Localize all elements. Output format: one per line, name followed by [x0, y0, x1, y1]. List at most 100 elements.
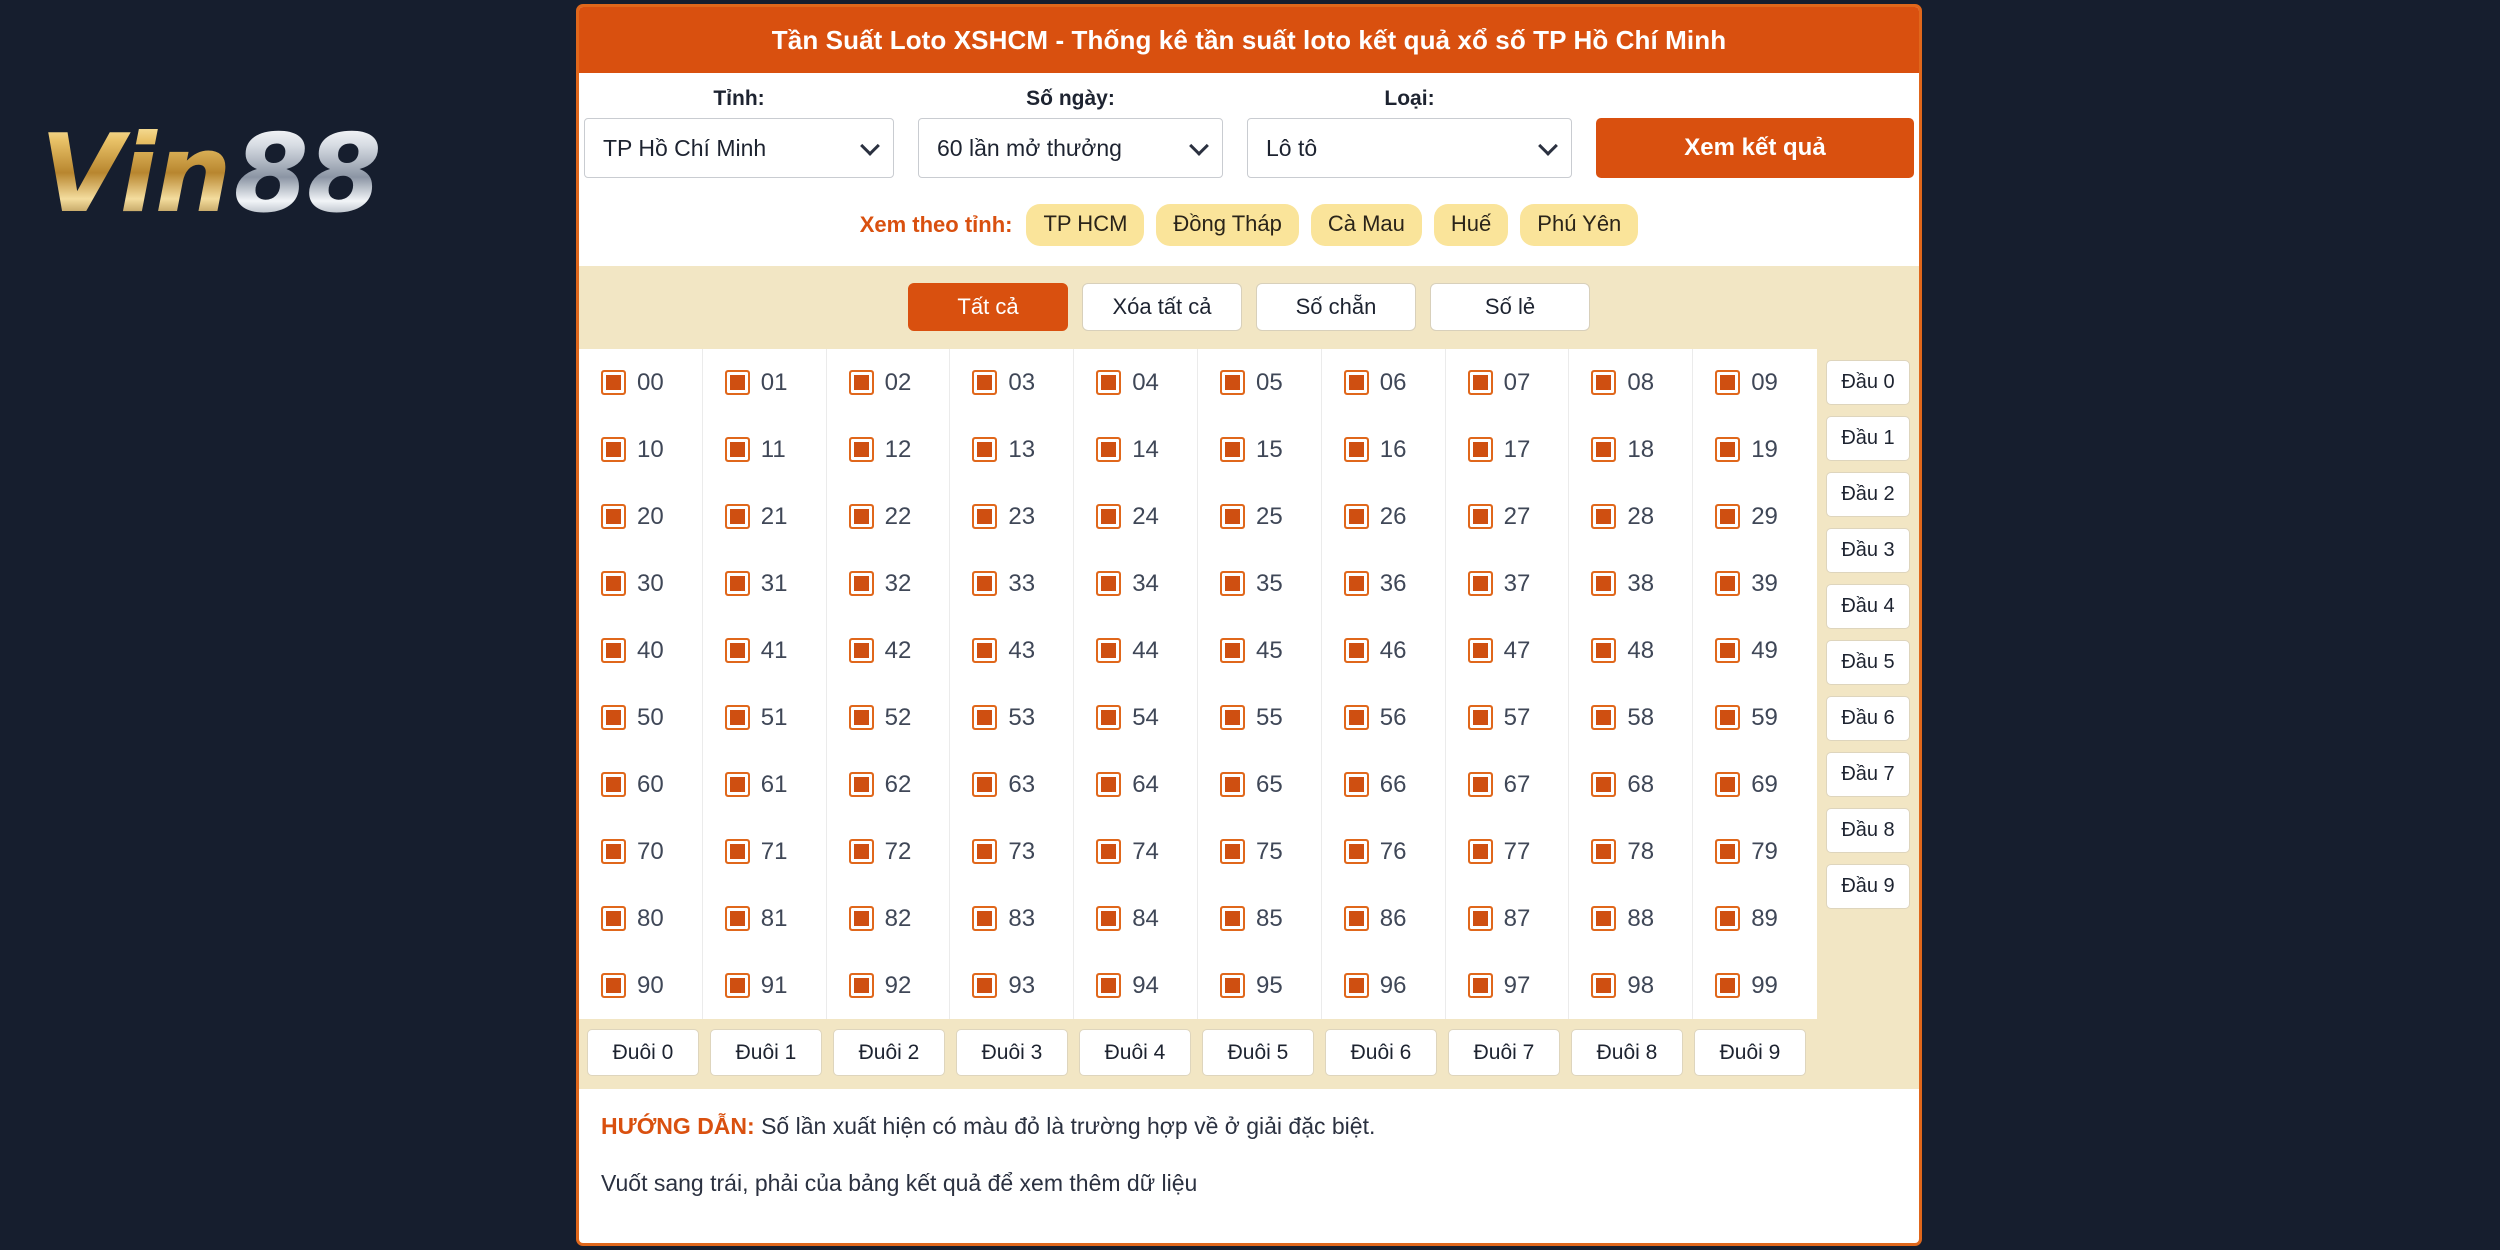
checkbox-checked-icon[interactable]: [1467, 973, 1493, 998]
number-cell[interactable]: 00: [579, 349, 703, 416]
province-tag-tp-hcm[interactable]: TP HCM: [1026, 204, 1145, 246]
number-cell[interactable]: 39: [1693, 550, 1817, 617]
number-cell[interactable]: 38: [1569, 550, 1694, 617]
view-result-button[interactable]: Xem kết quả: [1596, 118, 1914, 178]
number-cell[interactable]: 07: [1446, 349, 1570, 416]
number-cell[interactable]: 11: [703, 416, 827, 483]
number-cell[interactable]: 02: [827, 349, 951, 416]
number-cell[interactable]: 85: [1198, 885, 1322, 952]
number-cell[interactable]: 69: [1693, 751, 1817, 818]
checkbox-checked-icon[interactable]: [1096, 638, 1122, 663]
number-cell[interactable]: 87: [1446, 885, 1570, 952]
number-cell[interactable]: 58: [1569, 684, 1694, 751]
checkbox-checked-icon[interactable]: [848, 839, 874, 864]
checkbox-checked-icon[interactable]: [972, 571, 998, 596]
number-cell[interactable]: 54: [1074, 684, 1198, 751]
number-cell[interactable]: 41: [703, 617, 827, 684]
province-tag-hue[interactable]: Huế: [1433, 204, 1509, 246]
number-cell[interactable]: 74: [1074, 818, 1198, 885]
dau-button-9[interactable]: Đầu 9: [1826, 864, 1910, 909]
checkbox-checked-icon[interactable]: [601, 906, 626, 931]
number-cell[interactable]: 26: [1322, 483, 1446, 550]
checkbox-checked-icon[interactable]: [1467, 839, 1493, 864]
checkbox-checked-icon[interactable]: [1467, 638, 1493, 663]
number-cell[interactable]: 56: [1322, 684, 1446, 751]
checkbox-checked-icon[interactable]: [1220, 437, 1245, 462]
checkbox-checked-icon[interactable]: [1343, 973, 1369, 998]
number-cell[interactable]: 63: [950, 751, 1075, 818]
duoi-button-3[interactable]: Đuôi 3: [956, 1029, 1068, 1076]
checkbox-checked-icon[interactable]: [1591, 906, 1617, 931]
checkbox-checked-icon[interactable]: [1220, 638, 1245, 663]
dau-button-2[interactable]: Đầu 2: [1826, 472, 1910, 517]
number-cell[interactable]: 44: [1074, 617, 1198, 684]
checkbox-checked-icon[interactable]: [1467, 772, 1493, 797]
checkbox-checked-icon[interactable]: [1591, 839, 1617, 864]
number-cell[interactable]: 89: [1693, 885, 1817, 952]
checkbox-checked-icon[interactable]: [1715, 906, 1741, 931]
checkbox-checked-icon[interactable]: [848, 370, 874, 395]
number-cell[interactable]: 46: [1322, 617, 1446, 684]
checkbox-checked-icon[interactable]: [1715, 504, 1741, 529]
dau-button-5[interactable]: Đầu 5: [1826, 640, 1910, 685]
checkbox-checked-icon[interactable]: [848, 906, 874, 931]
checkbox-checked-icon[interactable]: [1343, 370, 1369, 395]
checkbox-checked-icon[interactable]: [1591, 772, 1617, 797]
duoi-button-4[interactable]: Đuôi 4: [1079, 1029, 1191, 1076]
number-cell[interactable]: 51: [703, 684, 827, 751]
province-tag-dong-thap[interactable]: Đồng Tháp: [1156, 204, 1299, 246]
checkbox-checked-icon[interactable]: [601, 839, 626, 864]
number-cell[interactable]: 67: [1446, 751, 1570, 818]
duoi-button-7[interactable]: Đuôi 7: [1448, 1029, 1560, 1076]
number-cell[interactable]: 42: [827, 617, 951, 684]
duoi-button-1[interactable]: Đuôi 1: [710, 1029, 822, 1076]
checkbox-checked-icon[interactable]: [1343, 839, 1369, 864]
number-cell[interactable]: 40: [579, 617, 703, 684]
checkbox-checked-icon[interactable]: [1467, 504, 1493, 529]
checkbox-checked-icon[interactable]: [601, 370, 626, 395]
checkbox-checked-icon[interactable]: [1591, 571, 1617, 596]
checkbox-checked-icon[interactable]: [1467, 705, 1493, 730]
number-cell[interactable]: 59: [1693, 684, 1817, 751]
checkbox-checked-icon[interactable]: [1220, 772, 1245, 797]
province-tag-phu-yen[interactable]: Phú Yên: [1520, 204, 1639, 246]
number-cell[interactable]: 37: [1446, 550, 1570, 617]
number-cell[interactable]: 47: [1446, 617, 1570, 684]
checkbox-checked-icon[interactable]: [1467, 571, 1493, 596]
number-cell[interactable]: 21: [703, 483, 827, 550]
checkbox-checked-icon[interactable]: [724, 638, 750, 663]
checkbox-checked-icon[interactable]: [724, 437, 750, 462]
number-cell[interactable]: 06: [1322, 349, 1446, 416]
dau-button-1[interactable]: Đầu 1: [1826, 416, 1910, 461]
number-cell[interactable]: 31: [703, 550, 827, 617]
number-cell[interactable]: 43: [950, 617, 1075, 684]
checkbox-checked-icon[interactable]: [1715, 437, 1741, 462]
checkbox-checked-icon[interactable]: [1343, 772, 1369, 797]
checkbox-checked-icon[interactable]: [1591, 973, 1617, 998]
number-cell[interactable]: 17: [1446, 416, 1570, 483]
select-all-button[interactable]: Tất cả: [908, 283, 1068, 331]
checkbox-checked-icon[interactable]: [601, 504, 626, 529]
number-cell[interactable]: 98: [1569, 952, 1694, 1019]
checkbox-checked-icon[interactable]: [1096, 906, 1122, 931]
checkbox-checked-icon[interactable]: [1220, 370, 1245, 395]
checkbox-checked-icon[interactable]: [601, 973, 626, 998]
dau-button-4[interactable]: Đầu 4: [1826, 584, 1910, 629]
number-cell[interactable]: 68: [1569, 751, 1694, 818]
checkbox-checked-icon[interactable]: [972, 705, 998, 730]
number-cell[interactable]: 82: [827, 885, 951, 952]
dau-button-3[interactable]: Đầu 3: [1826, 528, 1910, 573]
number-cell[interactable]: 22: [827, 483, 951, 550]
number-cell[interactable]: 16: [1322, 416, 1446, 483]
number-cell[interactable]: 91: [703, 952, 827, 1019]
number-cell[interactable]: 70: [579, 818, 703, 885]
checkbox-checked-icon[interactable]: [1591, 504, 1617, 529]
checkbox-checked-icon[interactable]: [1220, 504, 1245, 529]
number-cell[interactable]: 50: [579, 684, 703, 751]
checkbox-checked-icon[interactable]: [724, 504, 750, 529]
number-cell[interactable]: 64: [1074, 751, 1198, 818]
number-cell[interactable]: 15: [1198, 416, 1322, 483]
number-cell[interactable]: 45: [1198, 617, 1322, 684]
number-cell[interactable]: 78: [1569, 818, 1694, 885]
checkbox-checked-icon[interactable]: [1343, 437, 1369, 462]
